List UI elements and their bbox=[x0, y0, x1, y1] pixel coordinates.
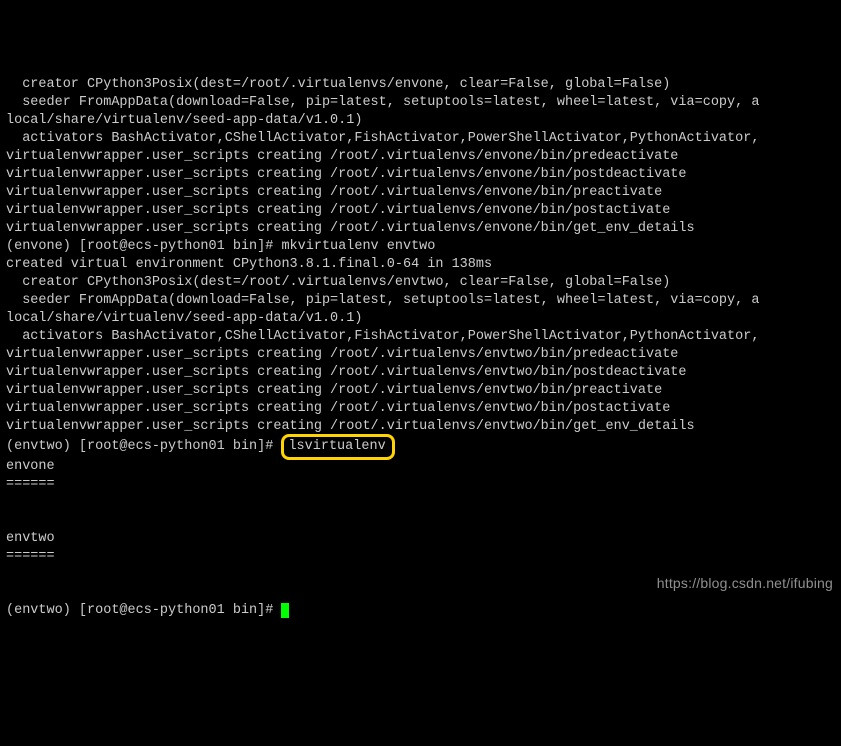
terminal-line: virtualenvwrapper.user_scripts creating … bbox=[6, 364, 841, 382]
terminal-line: virtualenvwrapper.user_scripts creating … bbox=[6, 202, 841, 220]
terminal-line: created virtual environment CPython3.8.1… bbox=[6, 256, 841, 274]
terminal-line: virtualenvwrapper.user_scripts creating … bbox=[6, 346, 841, 364]
terminal-line: seeder FromAppData(download=False, pip=l… bbox=[6, 292, 841, 310]
highlighted-command: lsvirtualenv bbox=[281, 434, 394, 460]
terminal-line: activators BashActivator,CShellActivator… bbox=[6, 328, 841, 346]
terminal-line: activators BashActivator,CShellActivator… bbox=[6, 130, 841, 148]
terminal-output-line: envone bbox=[6, 458, 841, 476]
terminal-line: creator CPython3Posix(dest=/root/.virtua… bbox=[6, 76, 841, 94]
terminal-output-line bbox=[6, 494, 841, 512]
terminal-line: virtualenvwrapper.user_scripts creating … bbox=[6, 148, 841, 166]
watermark-text: https://blog.csdn.net/ifubing bbox=[657, 574, 833, 592]
terminal-prompt[interactable]: (envtwo) [root@ecs-python01 bin]# bbox=[6, 602, 841, 620]
prompt-prefix: (envtwo) [root@ecs-python01 bin]# bbox=[6, 439, 281, 454]
cursor-icon bbox=[281, 603, 289, 618]
terminal-line-highlighted: (envtwo) [root@ecs-python01 bin]# lsvirt… bbox=[6, 436, 841, 458]
terminal-output-line: envtwo bbox=[6, 530, 841, 548]
terminal-output-line bbox=[6, 512, 841, 530]
terminal-line: virtualenvwrapper.user_scripts creating … bbox=[6, 184, 841, 202]
terminal-line: seeder FromAppData(download=False, pip=l… bbox=[6, 94, 841, 112]
terminal-line: (envone) [root@ecs-python01 bin]# mkvirt… bbox=[6, 238, 841, 256]
terminal-line: virtualenvwrapper.user_scripts creating … bbox=[6, 220, 841, 238]
terminal-output-line: ====== bbox=[6, 476, 841, 494]
terminal-line: virtualenvwrapper.user_scripts creating … bbox=[6, 382, 841, 400]
terminal-line: creator CPython3Posix(dest=/root/.virtua… bbox=[6, 274, 841, 292]
terminal-line: virtualenvwrapper.user_scripts creating … bbox=[6, 166, 841, 184]
terminal-output[interactable]: creator CPython3Posix(dest=/root/.virtua… bbox=[6, 76, 841, 620]
terminal-line: virtualenvwrapper.user_scripts creating … bbox=[6, 418, 841, 436]
prompt-text: (envtwo) [root@ecs-python01 bin]# bbox=[6, 603, 281, 618]
terminal-line: local/share/virtualenv/seed-app-data/v1.… bbox=[6, 112, 841, 130]
terminal-line: virtualenvwrapper.user_scripts creating … bbox=[6, 400, 841, 418]
terminal-output-line: ====== bbox=[6, 548, 841, 566]
terminal-line: local/share/virtualenv/seed-app-data/v1.… bbox=[6, 310, 841, 328]
